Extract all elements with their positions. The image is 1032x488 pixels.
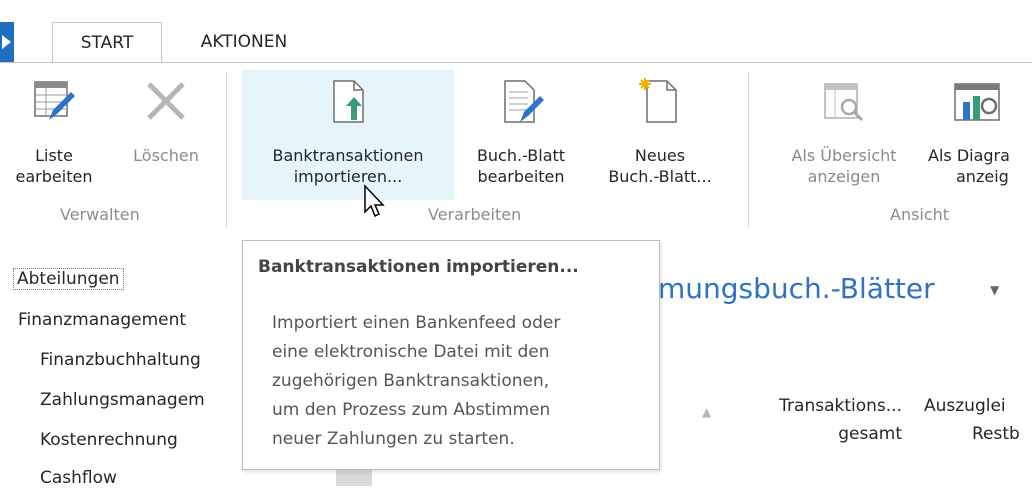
mouse-cursor-icon (364, 184, 385, 218)
tooltip: Banktransaktionen importieren... Importi… (242, 240, 660, 470)
nav-item-finanzbuchhaltung[interactable]: Finanzbuchhaltung (40, 350, 201, 370)
edit-list-label-2: earbeiten (15, 167, 93, 186)
show-as-list-icon (824, 83, 864, 122)
page-title: mungsbuch.-Blätter (658, 272, 935, 305)
tooltip-line: eine elektronische Datei mit den (272, 342, 550, 362)
delete-button[interactable]: Löschen (114, 70, 218, 200)
column-header-line1: Transaktions... (779, 396, 902, 416)
nav-item-finanzmanagement[interactable]: Finanzmanagement (18, 310, 186, 330)
column-header-transactions-total[interactable]: Transaktions... gesamt (742, 392, 902, 448)
nav-item-cashflow[interactable]: Cashflow (40, 468, 117, 488)
new-journal-label-1: Neues (634, 146, 686, 165)
show-as-chart-label-2: anzeig (956, 167, 1009, 186)
show-as-chart-icon (954, 83, 1000, 121)
arrow-icon (2, 35, 11, 49)
show-as-list-label-2: anzeigen (807, 167, 881, 186)
new-document-icon (639, 78, 677, 123)
tooltip-body: Importiert einen Bankenfeed oder eine el… (272, 309, 560, 454)
new-journal-button[interactable]: Neues Buch.-Blatt... (582, 70, 738, 200)
application-menu-button[interactable] (0, 22, 14, 62)
delete-label: Löschen (133, 146, 199, 165)
nav-item-zahlungsmanagement[interactable]: Zahlungsmanagem (40, 390, 205, 410)
import-label-1: Banktransaktionen (272, 146, 424, 165)
column-header-line1: Auszuglei (924, 396, 1006, 416)
tab-aktionen[interactable]: AKTIONEN (178, 22, 310, 62)
edit-list-label-1: Liste (35, 146, 73, 165)
group-separator (226, 72, 227, 227)
edit-journal-label-2: bearbeiten (477, 167, 565, 186)
import-bank-transactions-button[interactable]: Banktransaktionen importieren... (242, 70, 454, 200)
tab-start[interactable]: START (52, 22, 162, 64)
nav-item-abteilungen[interactable]: Abteilungen (13, 268, 124, 290)
edit-list-button[interactable]: Liste earbeiten (0, 70, 108, 200)
import-document-icon (333, 80, 364, 123)
tooltip-line: um den Prozess zum Abstimmen (272, 400, 551, 420)
column-header-line2: gesamt (838, 424, 902, 444)
edit-journal-label-1: Buch.-Blatt (476, 146, 566, 165)
sort-ascending-icon[interactable]: ▲ (702, 405, 711, 419)
tooltip-line: Importiert einen Bankenfeed oder (272, 313, 561, 333)
show-as-chart-button[interactable]: Als Diagra anzeig (928, 70, 1032, 200)
delete-x-icon (147, 82, 185, 120)
edit-journal-button[interactable]: Buch.-Blatt bearbeiten (460, 70, 582, 200)
edit-journal-icon (504, 80, 544, 123)
tooltip-line: zugehörigen Banktransaktionen, (272, 371, 550, 391)
show-as-list-label-1: Als Übersicht (791, 146, 897, 165)
scrollbar-thumb[interactable] (336, 470, 372, 486)
group-separator (748, 72, 749, 227)
group-label-verarbeiten: Verarbeiten (428, 205, 522, 224)
show-as-chart-label-1: Als Diagra (928, 146, 1010, 165)
chevron-down-icon[interactable]: ▼ (990, 283, 999, 297)
nav-item-kostenrechnung[interactable]: Kostenrechnung (40, 430, 178, 450)
edit-list-icon (34, 81, 75, 120)
group-label-ansicht: Ansicht (890, 205, 950, 224)
new-journal-label-2: Buch.-Blatt... (608, 167, 712, 186)
show-as-list-button[interactable]: Als Übersicht anzeigen (768, 70, 920, 200)
group-label-verwalten: Verwalten (60, 205, 140, 224)
column-header-line2: Restb (972, 424, 1020, 444)
tooltip-line: neuer Zahlungen zu starten. (272, 429, 515, 449)
column-header-balance[interactable]: Auszuglei Restb (924, 392, 1032, 448)
tooltip-title: Banktransaktionen importieren... (258, 257, 579, 277)
